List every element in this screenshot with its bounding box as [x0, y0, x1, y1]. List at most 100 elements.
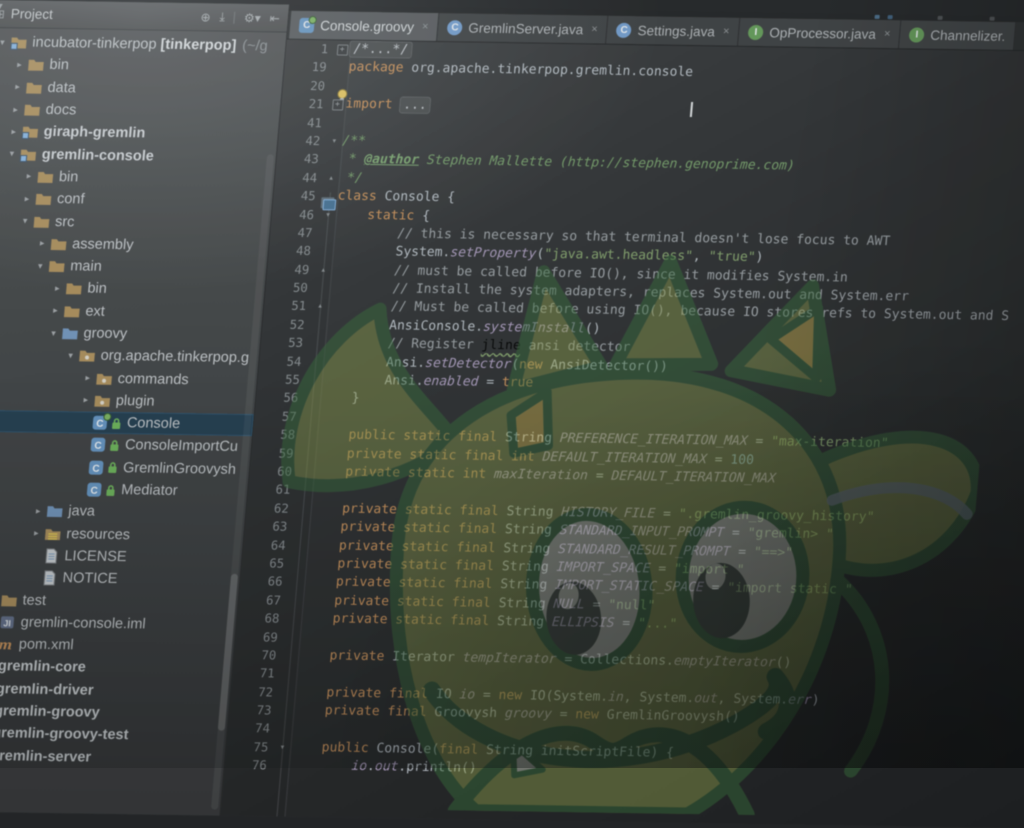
line-number[interactable]: 64	[243, 536, 293, 555]
line-number[interactable]: 55	[257, 370, 307, 389]
expand-arrow-icon[interactable]: ▸	[7, 104, 24, 115]
expand-arrow-icon[interactable]: ▾	[62, 350, 79, 361]
expand-arrow-icon[interactable]: ▾	[45, 327, 62, 338]
line-number[interactable]: 47	[270, 223, 320, 242]
expand-arrow-icon[interactable]: ▸	[77, 395, 94, 406]
expand-arrow-icon[interactable]: ▸	[34, 238, 51, 249]
line-number[interactable]: 65	[241, 554, 291, 573]
tree-item-gremlin-groovy-test[interactable]: ▸gremlin-groovy-test	[0, 721, 227, 748]
code-editor[interactable]: 1+/*...*/19package org.apache.tinkerpop.…	[220, 40, 1024, 828]
folder-icon	[34, 191, 52, 207]
line-number[interactable]: 72	[230, 683, 280, 702]
expand-arrow-icon[interactable]: ▸	[47, 305, 64, 316]
tab-close-icon[interactable]: ×	[883, 28, 890, 40]
tree-item-gremlin-server[interactable]: ▸gremlin-server	[0, 744, 225, 771]
line-number[interactable]: 52	[262, 315, 312, 334]
line-number[interactable]: 53	[260, 334, 310, 353]
expand-arrow-icon[interactable]: ▸	[20, 171, 37, 182]
fold-marker-icon[interactable]: ▾	[326, 132, 344, 151]
line-number[interactable]: 54	[259, 352, 309, 371]
line-number[interactable]: 19	[284, 58, 334, 77]
tab-channelizer-[interactable]: IChannelizer.	[899, 20, 1016, 50]
line-number[interactable]: 66	[240, 572, 290, 591]
line-number[interactable]: 62	[246, 499, 296, 518]
expand-arrow-icon[interactable]: ▸	[49, 283, 66, 294]
tree-item-gremlin-groovy[interactable]: ▸gremlin-groovy	[0, 699, 229, 726]
line-number[interactable]: 1	[285, 40, 335, 59]
line-number[interactable]: 71	[232, 664, 282, 683]
expand-arrow-icon[interactable]: ▸	[79, 373, 96, 384]
line-number[interactable]: 56	[255, 389, 305, 408]
tab-close-icon[interactable]: ×	[722, 25, 729, 37]
line-number[interactable]: 44	[274, 168, 324, 187]
collapse-all-icon[interactable]: ⤓	[219, 10, 226, 25]
expand-arrow-icon[interactable]: ▸	[9, 82, 26, 93]
tree-item-label: LICENSE	[64, 548, 127, 565]
line-number[interactable]: 43	[276, 150, 326, 169]
folder-icon	[48, 258, 66, 274]
fold-marker-icon[interactable]: +	[333, 40, 351, 59]
expand-arrow-icon[interactable]: ▸	[30, 506, 47, 517]
line-number[interactable]: 73	[229, 701, 279, 720]
fold-marker-icon[interactable]: ▾	[274, 738, 292, 757]
line-number[interactable]: 70	[233, 646, 283, 665]
resources-folder-icon	[44, 526, 62, 542]
ide-screenshot: { "project_panel": { "title": "Project",…	[0, 0, 1024, 768]
line-number[interactable]: 59	[251, 444, 301, 463]
line-number[interactable]: 67	[238, 591, 288, 610]
line-number[interactable]: 48	[268, 242, 318, 261]
hide-panel-icon[interactable]: ⇤	[269, 11, 280, 25]
line-number[interactable]: 75	[226, 738, 276, 757]
tab-opprocessor-java[interactable]: IOpProcessor.java×	[738, 18, 901, 48]
expand-arrow-icon[interactable]: ▸	[5, 126, 22, 137]
line-number[interactable]: 21	[281, 95, 331, 114]
source-folder-icon	[46, 503, 64, 519]
expand-arrow-icon[interactable]: ▾	[32, 260, 49, 271]
tab-console-groovy[interactable]: CConsole.groovy×	[289, 11, 440, 41]
toolbar-mini-icon	[887, 15, 892, 19]
line-number[interactable]: 57	[254, 407, 304, 426]
line-number[interactable]: 46	[271, 205, 321, 224]
line-number[interactable]: 51	[263, 297, 313, 316]
tree-item-label: gremlin-groovy	[0, 703, 100, 721]
line-number[interactable]: 76	[224, 756, 274, 775]
svg-text:C: C	[96, 419, 104, 430]
line-number[interactable]: 42	[278, 131, 328, 150]
line-number[interactable]: 45	[273, 187, 323, 206]
expand-arrow-icon[interactable]: ▾	[3, 148, 20, 159]
expand-arrow-icon[interactable]: ▸	[19, 193, 36, 204]
tab-gremlinserver-java[interactable]: CGremlinServer.java×	[437, 13, 609, 44]
folder-icon	[36, 169, 54, 185]
line-number[interactable]: 49	[266, 260, 316, 279]
tab-settings-java[interactable]: CSettings.java×	[606, 16, 740, 46]
line-number[interactable]: 41	[279, 113, 329, 132]
line-number[interactable]: 69	[235, 627, 285, 646]
line-number[interactable]: 61	[248, 480, 298, 499]
expand-arrow-icon[interactable]: ▾	[17, 215, 34, 226]
locate-icon[interactable]: ⊕	[200, 10, 211, 24]
groovy-class-icon: C	[299, 17, 315, 32]
line-number[interactable]: 20	[282, 76, 332, 95]
tree-item-label: org.apache.tinkerpop.g	[100, 348, 250, 366]
expand-arrow-icon[interactable]: ▸	[11, 59, 28, 70]
line-number[interactable]: 60	[249, 462, 299, 481]
line-number[interactable]: 63	[244, 517, 294, 536]
tree-item-label: bin	[49, 57, 70, 73]
settings-icon[interactable]: ⚙▾	[243, 10, 261, 24]
line-number[interactable]: 50	[265, 278, 315, 297]
line-number[interactable]: 74	[227, 719, 277, 738]
line-number[interactable]: 68	[237, 609, 287, 628]
project-panel-header[interactable]: ⊞ Project ▼ ⊕ ⤓ ⚙▾ ⇤	[0, 0, 289, 33]
fold-marker-icon[interactable]: ▾	[319, 206, 337, 225]
tab-close-icon[interactable]: ×	[422, 21, 429, 33]
folder-icon	[63, 303, 81, 319]
package-icon	[78, 348, 96, 364]
fold-marker-icon[interactable]: ▴	[311, 298, 329, 317]
fold-marker-icon[interactable]: +	[329, 95, 347, 114]
fold-marker-icon[interactable]: ▴	[322, 169, 340, 188]
tab-close-icon[interactable]: ×	[591, 23, 598, 35]
line-number[interactable]: 58	[252, 425, 302, 444]
code-area[interactable]: 1+/*...*/19package org.apache.tinkerpop.…	[224, 40, 1024, 788]
fold-marker-icon[interactable]: ▴	[314, 261, 332, 280]
expand-arrow-icon[interactable]: ▸	[28, 528, 45, 539]
